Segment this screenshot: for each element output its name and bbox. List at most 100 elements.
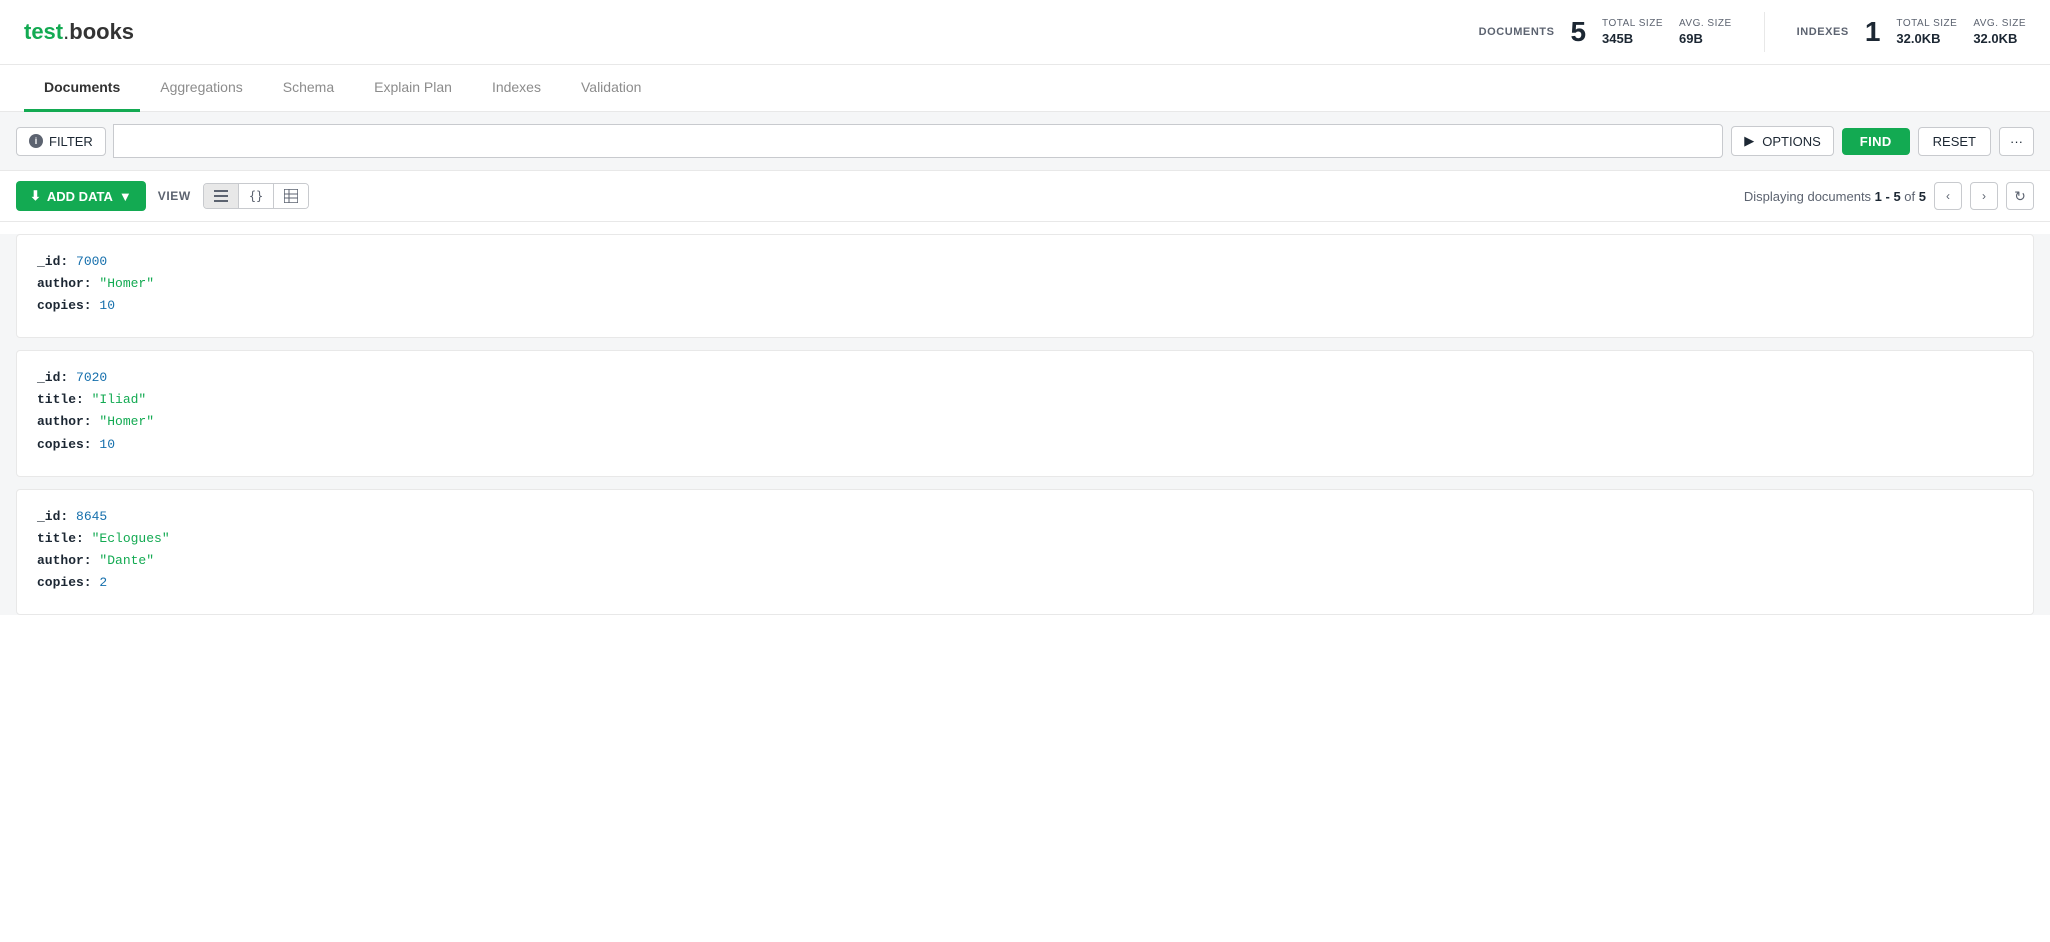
filter-label: FILTER [49, 134, 93, 149]
doc-field-key: copies: [37, 575, 99, 590]
displaying-text: Displaying documents 1 - 5 of 5 [1744, 189, 1926, 204]
doc-field-value: 10 [99, 298, 115, 313]
header-stats: DOCUMENTS 5 TOTAL SIZE 345B AVG. SIZE 69… [1479, 12, 2026, 52]
total-bold: 5 [1919, 189, 1926, 204]
documents-stat-group: DOCUMENTS 5 TOTAL SIZE 345B AVG. SIZE 69… [1479, 16, 1732, 48]
add-data-label: ADD DATA [47, 189, 113, 204]
doc-field-key: copies: [37, 298, 99, 313]
doc-field-value: 10 [99, 437, 115, 452]
view-json-button[interactable]: {} [239, 184, 274, 208]
document-card: _id: 7020title: "Iliad"author: "Homer"co… [16, 350, 2034, 476]
doc-field-value: 8645 [76, 509, 107, 524]
doc-field: _id: 7000 [37, 251, 2013, 273]
doc-field: copies: 2 [37, 572, 2013, 594]
options-button[interactable]: ▶ OPTIONS [1731, 126, 1834, 156]
app-title: test.books [24, 19, 134, 45]
idx-total-size-label: TOTAL SIZE [1896, 18, 1957, 29]
documents-avg-stats: AVG. SIZE 69B [1679, 18, 1732, 46]
add-data-chevron-icon: ▼ [119, 189, 132, 204]
documents-count: 5 [1570, 16, 1586, 48]
doc-field-key: copies: [37, 437, 99, 452]
doc-field: copies: 10 [37, 434, 2013, 456]
options-label: OPTIONS [1762, 134, 1821, 149]
doc-total-size-value: 345B [1602, 31, 1663, 46]
doc-field-key: author: [37, 276, 99, 291]
app-title-test: test [24, 19, 63, 44]
doc-field-key: _id: [37, 370, 76, 385]
view-table-button[interactable] [274, 184, 308, 208]
add-data-button[interactable]: ⬇ ADD DATA ▼ [16, 181, 146, 211]
tab-indexes[interactable]: Indexes [472, 65, 561, 112]
indexes-stat-group: INDEXES 1 TOTAL SIZE 32.0KB AVG. SIZE 32… [1797, 16, 2026, 48]
find-button[interactable]: FIND [1842, 128, 1910, 155]
indexes-avg-stats: AVG. SIZE 32.0KB [1973, 18, 2026, 46]
tab-bar: Documents Aggregations Schema Explain Pl… [0, 65, 2050, 112]
doc-field: author: "Homer" [37, 411, 2013, 433]
reset-button[interactable]: RESET [1918, 127, 1991, 156]
doc-avg-size-label: AVG. SIZE [1679, 18, 1732, 29]
view-label: VIEW [158, 189, 191, 203]
doc-field-value: 2 [99, 575, 107, 590]
document-toolbar: ⬇ ADD DATA ▼ VIEW {} [0, 171, 2050, 222]
doc-field: _id: 8645 [37, 506, 2013, 528]
document-card: _id: 7000author: "Homer"copies: 10 [16, 234, 2034, 338]
documents-area: _id: 7000author: "Homer"copies: 10_id: 7… [0, 234, 2050, 615]
documents-label: DOCUMENTS [1479, 26, 1555, 38]
view-buttons: {} [203, 183, 309, 209]
idx-avg-size-value: 32.0KB [1973, 31, 2026, 46]
doc-field-key: title: [37, 531, 92, 546]
table-icon [284, 189, 298, 203]
documents-sub-stats: TOTAL SIZE 345B [1602, 18, 1663, 46]
list-icon [214, 189, 228, 203]
doc-field-value: 7020 [76, 370, 107, 385]
doc-field-value: "Iliad" [92, 392, 147, 407]
doc-field: title: "Iliad" [37, 389, 2013, 411]
doc-field-value: 7000 [76, 254, 107, 269]
view-list-button[interactable] [204, 184, 239, 208]
doc-toolbar-left: ⬇ ADD DATA ▼ VIEW {} [16, 181, 309, 211]
document-card: _id: 8645title: "Eclogues"author: "Dante… [16, 489, 2034, 615]
doc-toolbar-right: Displaying documents 1 - 5 of 5 ‹ › ↻ [1744, 182, 2034, 210]
more-options-button[interactable]: ··· [1999, 127, 2034, 156]
app-title-books: books [69, 19, 134, 44]
doc-total-size-label: TOTAL SIZE [1602, 18, 1663, 29]
range-bold: 1 - 5 [1875, 189, 1901, 204]
doc-field-key: _id: [37, 509, 76, 524]
doc-field-key: _id: [37, 254, 76, 269]
doc-field: author: "Dante" [37, 550, 2013, 572]
indexes-sub-stats: TOTAL SIZE 32.0KB [1896, 18, 1957, 46]
add-data-icon: ⬇ [30, 188, 41, 204]
options-arrow-icon: ▶ [1744, 133, 1754, 149]
doc-avg-size-value: 69B [1679, 31, 1732, 46]
doc-field: title: "Eclogues" [37, 528, 2013, 550]
json-icon: {} [249, 189, 263, 203]
indexes-label: INDEXES [1797, 26, 1849, 38]
tab-documents[interactable]: Documents [24, 65, 140, 112]
filter-icon: i [29, 134, 43, 148]
filter-toolbar: i FILTER ▶ OPTIONS FIND RESET ··· [0, 112, 2050, 171]
doc-field-key: author: [37, 553, 99, 568]
doc-field-value: "Dante" [99, 553, 154, 568]
header: test.books DOCUMENTS 5 TOTAL SIZE 345B A… [0, 0, 2050, 65]
doc-field-key: author: [37, 414, 99, 429]
idx-total-size-value: 32.0KB [1896, 31, 1957, 46]
doc-field-value: "Homer" [99, 276, 154, 291]
doc-field: author: "Homer" [37, 273, 2013, 295]
idx-avg-size-label: AVG. SIZE [1973, 18, 2026, 29]
stat-divider [1764, 12, 1765, 52]
doc-field-key: title: [37, 392, 92, 407]
doc-field: copies: 10 [37, 295, 2013, 317]
prev-page-button[interactable]: ‹ [1934, 182, 1962, 210]
tab-validation[interactable]: Validation [561, 65, 661, 112]
next-page-button[interactable]: › [1970, 182, 1998, 210]
tab-aggregations[interactable]: Aggregations [140, 65, 263, 112]
filter-button[interactable]: i FILTER [16, 127, 106, 156]
doc-field-value: "Eclogues" [92, 531, 170, 546]
filter-input[interactable] [113, 124, 1723, 158]
indexes-count: 1 [1865, 16, 1881, 48]
tab-explain-plan[interactable]: Explain Plan [354, 65, 472, 112]
doc-field: _id: 7020 [37, 367, 2013, 389]
tab-schema[interactable]: Schema [263, 65, 354, 112]
doc-field-value: "Homer" [99, 414, 154, 429]
refresh-button[interactable]: ↻ [2006, 182, 2034, 210]
